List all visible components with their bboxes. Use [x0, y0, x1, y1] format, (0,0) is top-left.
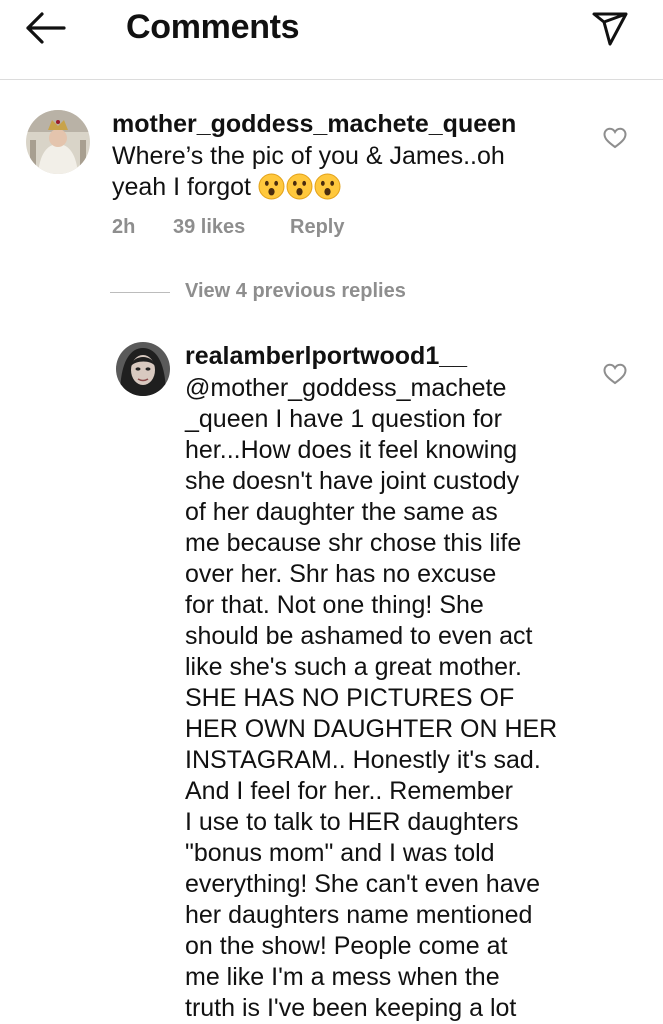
avatar[interactable]	[26, 110, 90, 174]
reply-text-line: like she's such a great mother.	[185, 653, 522, 681]
reply-text-line: for that. Not one thing! She	[185, 591, 484, 619]
astonished-face-icon	[258, 173, 285, 200]
heart-icon	[603, 127, 627, 149]
comment-text-line: yeah I forgot	[112, 172, 342, 203]
comment-time: 2h	[112, 216, 136, 238]
share-button[interactable]	[588, 8, 632, 48]
view-previous-replies-link[interactable]: View 4 previous replies	[185, 280, 406, 303]
reply-text-line: "bonus mom" and I was told	[185, 839, 495, 867]
reply-text-line: her...How does it feel knowing	[185, 436, 518, 464]
reply-text-line: on the show! People come at	[185, 932, 508, 960]
reply-text-line: me because shr chose this life	[185, 529, 522, 557]
header-bar: Comments	[0, 0, 663, 80]
reply-text-line: @mother_goddess_machete	[185, 374, 507, 402]
arrow-left-icon	[26, 12, 66, 44]
reply-text-line: SHE HAS NO PICTURES OF	[185, 684, 515, 712]
reply-text-line: HER OWN DAUGHTER ON HER	[185, 715, 558, 743]
astonished-face-icon	[286, 173, 313, 200]
reply-button[interactable]: Reply	[290, 216, 344, 239]
comment-text-line: Where’s the pic of you & James..oh	[112, 142, 505, 170]
reply-text-line: everything! She can't even have	[185, 870, 541, 898]
reply-text-line: she doesn't have joint custody	[185, 467, 520, 495]
reply-text-line: should be ashamed to even act	[185, 622, 533, 650]
emoji-group	[258, 173, 342, 201]
reply-text-line: over her. Shr has no excuse	[185, 560, 497, 588]
reply-text-line: me like I'm a mess when the	[185, 963, 500, 991]
astonished-face-icon	[314, 173, 341, 200]
like-button[interactable]	[602, 126, 628, 150]
reply-text-line: of her daughter the same as	[185, 498, 498, 526]
reply-text-line: truth is I've been keeping a lot	[185, 994, 517, 1022]
avatar[interactable]	[116, 342, 170, 396]
reply-username[interactable]: realamberlportwood1__	[185, 342, 467, 371]
paper-plane-icon	[592, 12, 628, 46]
comment-text-segment: yeah I forgot	[112, 173, 251, 201]
heart-icon	[603, 363, 627, 385]
page-title: Comments	[126, 8, 300, 46]
reply-text-line: INSTAGRAM.. Honestly it's sad.	[185, 746, 541, 774]
replies-divider	[110, 292, 170, 293]
reply-text-line: I use to talk to HER daughters	[185, 808, 519, 836]
back-button[interactable]	[22, 8, 68, 48]
reply-text-line: _queen I have 1 question for	[185, 405, 502, 433]
reply-text-line: And I feel for her.. Remember	[185, 777, 513, 805]
comment-likes[interactable]: 39 likes	[173, 216, 245, 239]
like-button[interactable]	[602, 362, 628, 386]
reply-text-line: her daughters name mentioned	[185, 901, 533, 929]
comment-username[interactable]: mother_goddess_machete_queen	[112, 110, 516, 139]
